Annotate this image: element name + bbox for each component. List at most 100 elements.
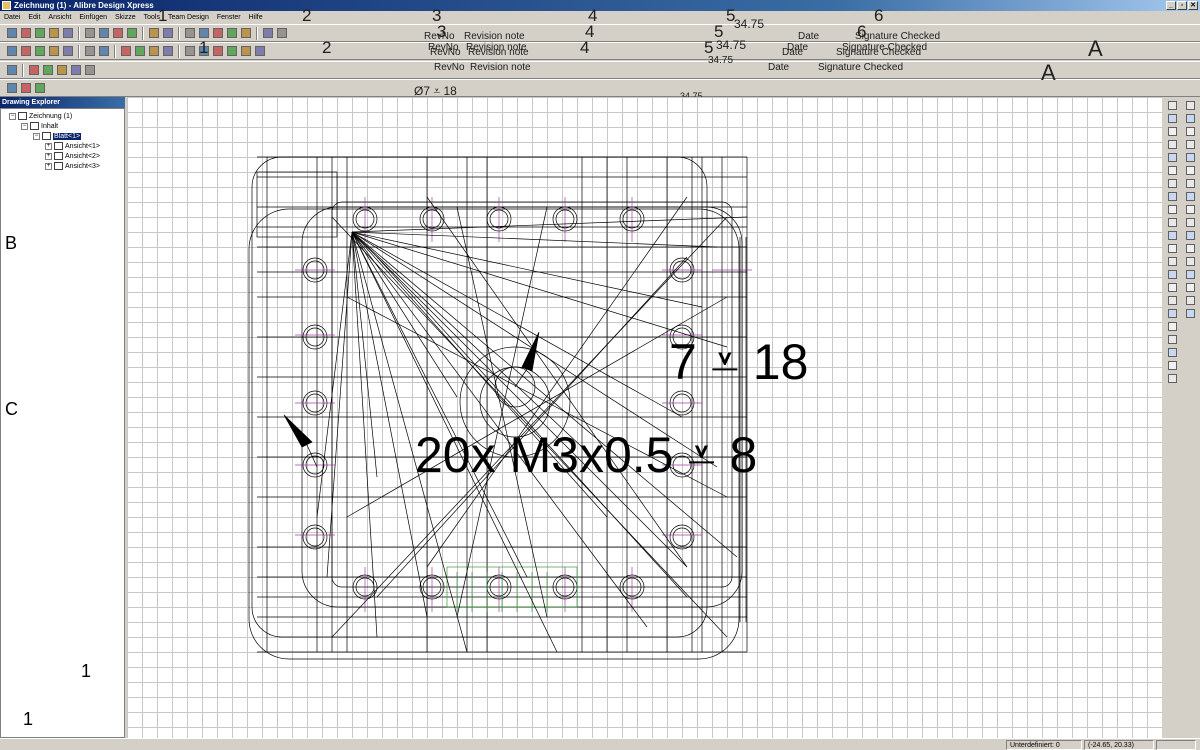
annotation-tool-button[interactable] (1185, 113, 1196, 124)
sketch-tool-button[interactable] (1167, 269, 1178, 280)
menu-fenster[interactable]: Fenster (217, 14, 241, 21)
sheet-format-button[interactable] (6, 64, 18, 76)
text-button[interactable] (226, 45, 238, 57)
dimension-button[interactable] (42, 64, 54, 76)
view-projected-button[interactable] (20, 45, 32, 57)
annotation-tool-button[interactable] (1185, 308, 1196, 319)
tree-item-sheet-1[interactable]: − Blatt<1> (33, 132, 82, 140)
balloon-button[interactable] (162, 45, 174, 57)
redo-button[interactable] (162, 27, 174, 39)
center-mark-button[interactable] (120, 45, 132, 57)
callout-thread[interactable]: 20x M3x0.5 ⩡ 8 (415, 430, 757, 480)
sketch-tool-button[interactable] (1167, 100, 1178, 111)
tree-item-drawing[interactable]: − Zeichnung (1) (9, 112, 72, 120)
sketch-tool-button[interactable] (1167, 373, 1178, 384)
weld-button[interactable] (70, 64, 82, 76)
zoom-fit-button[interactable] (240, 27, 252, 39)
view-detail-button[interactable] (48, 45, 60, 57)
print-button[interactable] (48, 27, 60, 39)
undo-button[interactable] (148, 27, 160, 39)
zoom-in-button[interactable] (212, 27, 224, 39)
sketch-tool-button[interactable] (1167, 347, 1178, 358)
annotation-tool-button[interactable] (1185, 295, 1196, 306)
sketch-tool-button[interactable] (1167, 243, 1178, 254)
line-style-button[interactable] (254, 45, 266, 57)
sketch-line-button[interactable] (184, 45, 196, 57)
surface-finish-button[interactable] (84, 64, 96, 76)
paste-button[interactable] (112, 27, 124, 39)
annotation-tool-button[interactable] (1185, 204, 1196, 215)
annotation-tool-button[interactable] (1185, 243, 1196, 254)
tree-toggle-view-2[interactable]: + (45, 152, 52, 160)
menu-team-design[interactable]: Team Design (168, 14, 209, 21)
minimize-button[interactable]: _ (1166, 1, 1176, 10)
sketch-tool-button[interactable] (1167, 126, 1178, 137)
sketch-tool-button[interactable] (1167, 308, 1178, 319)
view-break-button[interactable] (62, 45, 74, 57)
menu-edit[interactable]: Edit (28, 14, 40, 21)
zoom-window-button[interactable] (226, 27, 238, 39)
back-button[interactable] (262, 27, 274, 39)
tree-toggle-contents[interactable]: − (21, 122, 28, 130)
gdt-button[interactable] (56, 64, 68, 76)
sketch-tool-button[interactable] (1167, 152, 1178, 163)
layer-button[interactable] (28, 64, 40, 76)
annotation-tool-button[interactable] (1185, 191, 1196, 202)
print-preview-button[interactable] (62, 27, 74, 39)
menu-datei[interactable]: Datei (4, 14, 20, 21)
tree-item-view-3[interactable]: + Ansicht<3> (45, 162, 100, 170)
close-button[interactable]: ✕ (1188, 1, 1198, 10)
tree-toggle-drawing[interactable]: − (9, 112, 16, 120)
delete-button[interactable] (126, 27, 138, 39)
model-button[interactable] (6, 82, 18, 94)
sketch-tool-button[interactable] (1167, 360, 1178, 371)
callout-hole-depth[interactable]: 7 ⩡ 18 (669, 337, 808, 387)
sketch-tool-button[interactable] (1167, 178, 1178, 189)
note-button[interactable] (148, 45, 160, 57)
maximize-button[interactable]: ▫ (1177, 1, 1187, 10)
sketch-tool-button[interactable] (1167, 139, 1178, 150)
sketch-tool-button[interactable] (1167, 321, 1178, 332)
save-button[interactable] (34, 27, 46, 39)
menu-einfuegen[interactable]: Einfügen (79, 14, 107, 21)
sketch-tool-button[interactable] (1167, 334, 1178, 345)
tree-item-view-2[interactable]: + Ansicht<2> (45, 152, 100, 160)
menu-ansicht[interactable]: Ansicht (48, 14, 71, 21)
open-button[interactable] (20, 27, 32, 39)
tree-toggle-view-3[interactable]: + (45, 162, 52, 170)
tree-item-contents[interactable]: − Inhalt (21, 122, 58, 130)
view-broken-button[interactable] (98, 45, 110, 57)
annotation-tool-button[interactable] (1185, 178, 1196, 189)
drawing-canvas[interactable]: 7 ⩡ 18 20x M3x0.5 ⩡ 8 (127, 97, 1162, 738)
view-standard-button[interactable] (6, 45, 18, 57)
sketch-tool-button[interactable] (1167, 256, 1178, 267)
tree-item-view-1[interactable]: + Ansicht<1> (45, 142, 100, 150)
copy-button[interactable] (98, 27, 110, 39)
sketch-tool-button[interactable] (1167, 217, 1178, 228)
forward-button[interactable] (276, 27, 288, 39)
sketch-tool-button[interactable] (1167, 295, 1178, 306)
new-button[interactable] (6, 27, 18, 39)
annotation-tool-button[interactable] (1185, 100, 1196, 111)
tree-toggle-view-1[interactable]: + (45, 142, 52, 150)
sketch-tool-button[interactable] (1167, 113, 1178, 124)
table-button[interactable] (34, 82, 46, 94)
sketch-tool-button[interactable] (1167, 191, 1178, 202)
centerline-button[interactable] (134, 45, 146, 57)
annotation-tool-button[interactable] (1185, 269, 1196, 280)
annotation-tool-button[interactable] (1185, 165, 1196, 176)
menu-hilfe[interactable]: Hilfe (249, 14, 263, 21)
drawing-geometry[interactable] (127, 97, 1162, 738)
sketch-button[interactable] (20, 82, 32, 94)
fill-button[interactable] (240, 45, 252, 57)
menu-skizze[interactable]: Skizze (115, 14, 136, 21)
cut-button[interactable] (84, 27, 96, 39)
annotation-tool-button[interactable] (1185, 152, 1196, 163)
annotation-tool-button[interactable] (1185, 282, 1196, 293)
sketch-tool-button[interactable] (1167, 230, 1178, 241)
sketch-tool-button[interactable] (1167, 204, 1178, 215)
sketch-tool-button[interactable] (1167, 165, 1178, 176)
annotation-tool-button[interactable] (1185, 230, 1196, 241)
view-section-button[interactable] (34, 45, 46, 57)
sketch-tool-button[interactable] (1167, 282, 1178, 293)
